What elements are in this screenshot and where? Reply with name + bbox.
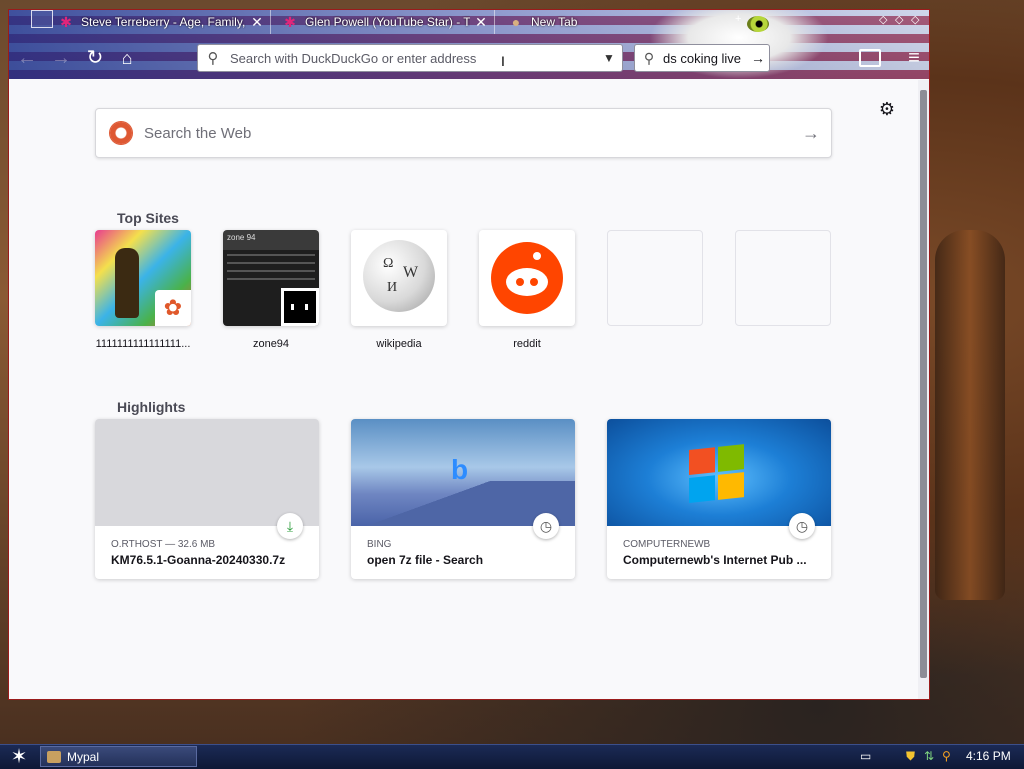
search-icon: ⚲ <box>207 50 219 67</box>
star-icon: ✱ <box>284 14 296 30</box>
highlights-heading: Highlights <box>117 399 186 415</box>
card-source: BING <box>367 539 392 550</box>
tab-title: Glen Powell (YouTube Star) - Trivia <box>305 15 470 29</box>
arrow-right-icon[interactable]: → <box>791 123 831 144</box>
clock-icon: ◷ <box>789 513 815 539</box>
new-tab-page: ⚙ Search the Web → Top Sites ✿ 111111111… <box>9 79 917 699</box>
highlight-card-download[interactable]: ⤓ O.RTHOST — 32.6 MB KM76.5.1-Goanna-202… <box>95 419 319 579</box>
reload-icon[interactable]: ↻ <box>83 46 107 70</box>
sidebar-icon[interactable] <box>859 49 881 67</box>
reddit-logo-icon <box>491 242 563 314</box>
star-icon: ✱ <box>60 14 72 30</box>
vertical-scrollbar[interactable] <box>918 80 929 699</box>
tab-new-tab[interactable]: ● New Tab <box>503 10 663 34</box>
search-tray-icon[interactable]: ⚲ <box>942 749 951 765</box>
web-search-box[interactable]: Search the Web → <box>95 108 832 158</box>
browser-window: ✱ Steve Terreberry - Age, Family, B ✕ ✱ … <box>8 9 930 700</box>
go-arrow-icon[interactable]: → <box>747 50 769 66</box>
close-icon[interactable]: ✕ <box>474 14 488 31</box>
card-source: O.RTHOST — 32.6 MB <box>111 539 216 550</box>
search-bar[interactable]: ⚲ ds coking live → <box>634 44 770 72</box>
card-image: b <box>351 419 575 526</box>
text-cursor-icon: I <box>501 53 505 69</box>
top-site-reddit[interactable]: reddit <box>479 230 575 350</box>
scrollbar-thumb[interactable] <box>920 90 927 678</box>
clock-icon: ◷ <box>533 513 559 539</box>
taskbar-item-mypal[interactable]: Mypal <box>40 746 197 767</box>
site-thumbnail: ✿ <box>95 230 191 326</box>
card-image <box>607 419 831 526</box>
back-arrow-icon[interactable]: ← <box>15 46 39 70</box>
url-input[interactable] <box>228 49 596 67</box>
highlight-card-computernewb[interactable]: ◷ COMPUTERNEWB Computernewb's Internet P… <box>607 419 831 579</box>
top-site-label: reddit <box>513 338 541 350</box>
top-site-wikipedia[interactable]: Ω W И wikipedia <box>351 230 447 350</box>
top-site-label: 1111111111111111... <box>95 338 191 350</box>
window-menu-icon[interactable] <box>31 10 53 28</box>
wikipedia-globe-icon: Ω W И <box>363 240 435 312</box>
tab-steve-terreberry[interactable]: ✱ Steve Terreberry - Age, Family, B ✕ <box>53 10 271 34</box>
taskbar-item-label: Mypal <box>67 749 100 764</box>
card-title: Computernewb's Internet Pub ... <box>623 553 807 567</box>
chevron-down-icon[interactable]: ▼ <box>596 51 622 65</box>
top-site-empty-2[interactable] <box>735 230 831 338</box>
eagle-icon: ● <box>511 14 521 30</box>
tab-glen-powell[interactable]: ✱ Glen Powell (YouTube Star) - Trivia ✕ <box>277 10 495 34</box>
zone94-favicon-icon <box>281 288 319 326</box>
web-search-placeholder: Search the Web <box>144 124 252 142</box>
keyboard-icon[interactable]: ▭ <box>860 749 871 765</box>
home-icon[interactable]: ⌂ <box>115 46 139 70</box>
url-bar[interactable]: ⚲ ▼ <box>197 44 623 72</box>
browser-toolbar: ✱ Steve Terreberry - Age, Family, B ✕ ✱ … <box>9 10 929 79</box>
top-site-empty-1[interactable] <box>607 230 703 338</box>
taskbar: ✶ Mypal ▭ ⛊ ⇅ ⚲ 4:16 PM <box>0 744 1024 769</box>
mypal-icon <box>47 750 61 763</box>
tab-title: Steve Terreberry - Age, Family, B <box>81 15 246 29</box>
fish-icon: ✿ <box>155 290 191 326</box>
windows-logo-icon <box>689 444 745 504</box>
taskbar-clock: 4:16 PM <box>966 749 1011 763</box>
start-star-icon[interactable]: ✶ <box>8 746 30 768</box>
hamburger-menu-icon[interactable]: ≡ <box>902 46 926 70</box>
duckduckgo-logo-icon <box>110 122 132 144</box>
shield-icon[interactable]: ⛊ <box>906 749 915 765</box>
close-icon[interactable]: ✕ <box>250 14 264 31</box>
window-close-icon[interactable]: ◇ <box>911 13 919 26</box>
top-site-label: wikipedia <box>376 338 422 350</box>
search-icon: ⚲ <box>643 49 655 66</box>
top-site-label: zone94 <box>252 338 290 350</box>
gear-icon[interactable]: ⚙ <box>877 99 897 120</box>
wallpaper-chair <box>935 230 1005 600</box>
top-sites-heading: Top Sites <box>117 210 179 226</box>
bing-logo-icon: b <box>451 454 469 485</box>
maximize-icon[interactable]: ◇ <box>895 13 903 26</box>
minimize-icon[interactable]: ◇ <box>879 13 887 26</box>
forward-arrow-icon[interactable]: → <box>49 46 73 70</box>
download-icon: ⤓ <box>277 513 303 539</box>
card-title: KM76.5.1-Goanna-20240330.7z <box>111 553 286 567</box>
network-icon[interactable]: ⇅ <box>924 749 934 765</box>
top-site-1111[interactable]: ✿ 1111111111111111... <box>95 230 191 350</box>
thumbnail-header: zone 94 <box>227 233 256 242</box>
card-source: COMPUTERNEWB <box>623 539 711 550</box>
new-tab-plus-icon[interactable]: + <box>735 13 741 25</box>
card-title: open 7z file - Search <box>367 553 484 567</box>
card-image <box>95 419 319 526</box>
top-site-zone94[interactable]: zone 94 zone94 <box>223 230 319 350</box>
site-thumbnail: zone 94 <box>223 230 319 326</box>
search-bar-value[interactable]: ds coking live <box>663 51 747 66</box>
highlight-card-bing[interactable]: b ◷ BING open 7z file - Search <box>351 419 575 579</box>
tab-title: New Tab <box>531 15 578 29</box>
